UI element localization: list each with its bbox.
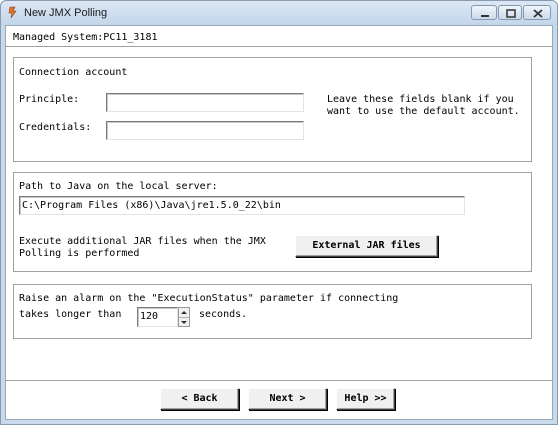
window-title: New JMX Polling	[24, 7, 108, 19]
footer-separator	[6, 380, 552, 381]
spin-down-button[interactable]	[179, 317, 189, 326]
alarm-suffix-label: seconds.	[199, 309, 248, 320]
arrow-down-icon	[181, 321, 187, 324]
close-button[interactable]	[523, 5, 551, 20]
alarm-description: Raise an alarm on the "ExecutionStatus" …	[19, 293, 399, 304]
java-path-input[interactable]: C:\Program Files (x86)\Java\jre1.5.0_22\…	[19, 196, 465, 215]
timeout-input[interactable]: 120	[137, 307, 178, 327]
header-separator	[6, 46, 552, 48]
back-button[interactable]: < Back	[160, 388, 239, 410]
credentials-input[interactable]	[106, 121, 304, 140]
arrow-up-icon	[181, 311, 187, 314]
connection-account-group: Connection account Principle: Credential…	[13, 57, 532, 162]
credentials-label: Credentials:	[19, 122, 92, 133]
java-path-group: Path to Java on the local server: C:\Pro…	[13, 172, 532, 272]
maximize-button[interactable]	[498, 5, 522, 20]
principle-input[interactable]	[106, 93, 304, 112]
external-jar-files-button[interactable]: External JAR files	[295, 235, 438, 257]
spin-up-button[interactable]	[179, 308, 189, 317]
maximize-icon	[506, 9, 516, 18]
connection-account-heading: Connection account	[19, 67, 128, 78]
title-bar[interactable]: New JMX Polling	[1, 1, 557, 25]
minimize-button[interactable]	[471, 5, 497, 20]
alarm-group: Raise an alarm on the "ExecutionStatus" …	[13, 284, 532, 339]
next-button[interactable]: Next >	[248, 388, 327, 410]
minimize-icon	[481, 15, 489, 17]
dialog-body: Managed System:PC11_3181 Connection acco…	[5, 25, 553, 420]
jar-files-description: Execute additional JAR files when the JM…	[19, 236, 266, 259]
window: New JMX Polling Managed System:PC11_3181…	[0, 0, 558, 425]
jmx-java-icon	[8, 6, 17, 19]
alarm-prefix-label: takes longer than	[19, 309, 122, 320]
close-icon	[533, 9, 543, 18]
java-path-label: Path to Java on the local server:	[19, 181, 218, 192]
principle-label: Principle:	[19, 94, 80, 105]
help-button[interactable]: Help >>	[336, 388, 395, 410]
managed-system-label: Managed System:PC11_3181	[13, 32, 158, 43]
timeout-spinner[interactable]	[178, 307, 190, 327]
default-account-hint: Leave these fields blank if you want to …	[327, 94, 520, 117]
